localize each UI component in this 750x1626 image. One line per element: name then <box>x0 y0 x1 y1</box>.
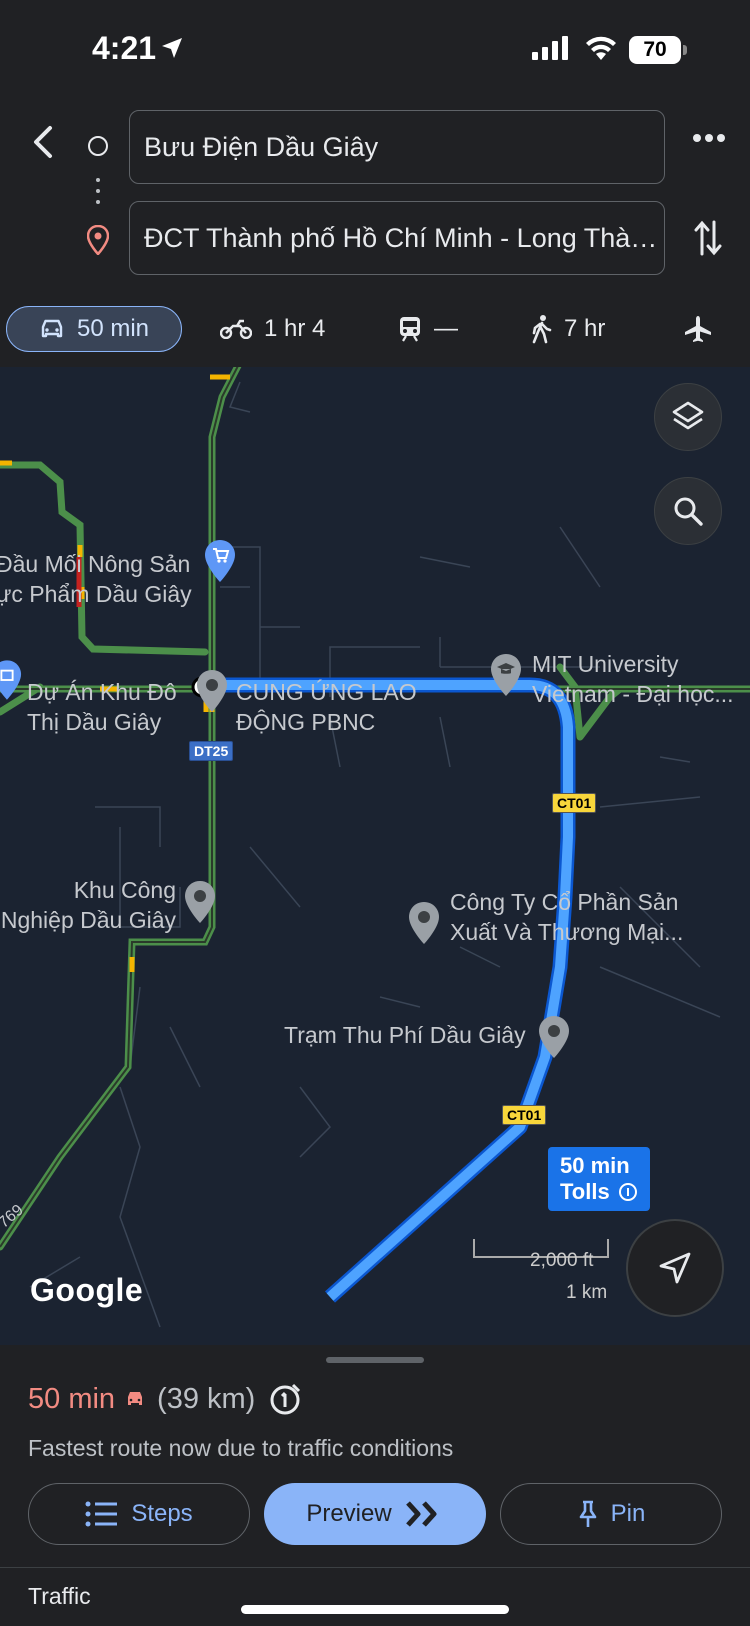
recenter-button[interactable] <box>626 1219 724 1317</box>
swap-icon[interactable] <box>692 218 724 258</box>
tab-driving[interactable]: 50 min <box>6 306 182 352</box>
destination-field[interactable]: ĐCT Thành phố Hồ Chí Minh - Long Thành -… <box>129 201 665 275</box>
map-label-toll: Trạm Thu Phí Dầu Giây <box>284 1022 526 1048</box>
poi-pin-icon[interactable] <box>196 669 228 713</box>
search-icon <box>674 497 703 526</box>
map-label-industrial: Khu Công Nghiệp Dầu Giây <box>0 877 176 933</box>
search-map-button[interactable] <box>654 477 722 545</box>
map-label-company: CUNG ỨNG LAO ĐỘNG PBNC <box>236 679 417 735</box>
navigation-arrow-icon <box>659 1252 691 1284</box>
double-chevron-icon <box>404 1499 444 1529</box>
sheet-divider <box>0 1567 750 1568</box>
poi-pin-icon[interactable] <box>538 1015 570 1059</box>
tab-motorcycle-label: 1 hr 4 <box>264 315 326 342</box>
route-summary-sheet: 50 min (39 km) Fastest route now due to … <box>0 1345 750 1626</box>
home-indicator <box>241 1605 509 1614</box>
battery-indicator: 70 <box>629 36 681 64</box>
route-distance: (39 km) <box>157 1382 256 1415</box>
pin-label: Pin <box>610 1500 646 1527</box>
tab-driving-label: 50 min <box>76 315 150 342</box>
preview-label: Preview <box>306 1500 392 1527</box>
route-eta-time: 50 min <box>560 1153 630 1178</box>
more-options-icon[interactable] <box>692 132 726 144</box>
route-eta-callout[interactable]: 50 min Tolls <box>548 1147 650 1211</box>
origin-field[interactable]: Bưu Điện Dầu Giây <box>129 110 665 184</box>
map-label-market: Đầu Mối Nông Sản ực Phẩm Dầu Giây <box>0 551 192 607</box>
layers-button[interactable] <box>654 383 722 451</box>
road-shield-ct01: CT01 <box>552 793 597 813</box>
map-view[interactable]: Đầu Mối Nông Sản ực Phẩm Dầu Giây Dự Án K… <box>0 367 750 1345</box>
toll-info-icon[interactable] <box>269 1381 305 1417</box>
toll-icon <box>618 1183 637 1201</box>
plane-icon <box>684 315 712 343</box>
destination-pin-icon <box>87 225 109 255</box>
walk-icon <box>530 314 552 344</box>
tab-flights[interactable] <box>684 306 724 352</box>
shopping-bag-pin-icon[interactable] <box>0 659 22 701</box>
tab-walking[interactable]: 7 hr <box>530 306 605 352</box>
scale-kilometers: 1 km <box>566 1282 608 1303</box>
status-bar: 4:21 70 <box>0 0 750 100</box>
status-time: 4:21 <box>92 30 157 66</box>
battery-tip <box>683 45 687 55</box>
origin-circle-icon <box>88 136 108 156</box>
layers-icon <box>672 401 704 430</box>
route-duration: 50 min <box>28 1382 116 1415</box>
car-small-icon <box>128 1392 143 1405</box>
preview-button[interactable]: Preview <box>264 1483 486 1545</box>
travel-mode-tabs: 50 min 1 hr 4 — 7 hr <box>0 300 750 366</box>
map-label-corp: Công Ty Cổ Phần Sản Xuất Và Thương Mại... <box>450 889 684 945</box>
tab-motorcycle[interactable]: 1 hr 4 <box>220 306 325 352</box>
route-tolls: Tolls <box>560 1179 638 1205</box>
tab-walking-label: 7 hr <box>564 315 606 342</box>
route-summary: 50 min (39 km) <box>28 1381 305 1417</box>
route-dots-icon <box>96 178 100 211</box>
poi-pin-icon[interactable] <box>184 880 216 924</box>
school-pin-icon[interactable] <box>490 653 522 697</box>
cellular-signal-icon <box>532 36 568 60</box>
steps-label: Steps <box>131 1500 193 1527</box>
pin-button[interactable]: Pin <box>500 1483 722 1545</box>
poi-pin-icon[interactable] <box>408 901 440 945</box>
road-shield-dt25: DT25 <box>189 741 234 761</box>
traffic-section-title: Traffic <box>28 1583 91 1609</box>
motorcycle-icon <box>220 319 252 339</box>
map-label-urban: Dự Án Khu Đô Thị Dầu Giây <box>27 679 177 735</box>
tab-transit[interactable]: — <box>398 306 458 352</box>
google-attribution: Google <box>30 1272 144 1308</box>
route-description: Fastest route now due to traffic conditi… <box>28 1435 454 1461</box>
scale-feet: 2,000 ft <box>530 1250 594 1271</box>
list-icon <box>85 1501 119 1527</box>
road-shield-ct01: CT01 <box>502 1105 547 1125</box>
steps-button[interactable]: Steps <box>28 1483 250 1545</box>
location-arrow-icon <box>162 38 182 58</box>
back-arrow-icon[interactable] <box>24 122 64 162</box>
tab-transit-label: — <box>434 315 458 342</box>
sheet-drag-handle[interactable] <box>326 1357 424 1363</box>
map-label-university: MIT University Vietnam - Đại học... <box>532 651 734 707</box>
pushpin-icon <box>577 1500 599 1528</box>
car-icon <box>39 318 65 340</box>
wifi-icon <box>586 36 616 60</box>
train-icon <box>398 316 422 342</box>
shopping-cart-pin-icon[interactable] <box>204 539 236 583</box>
